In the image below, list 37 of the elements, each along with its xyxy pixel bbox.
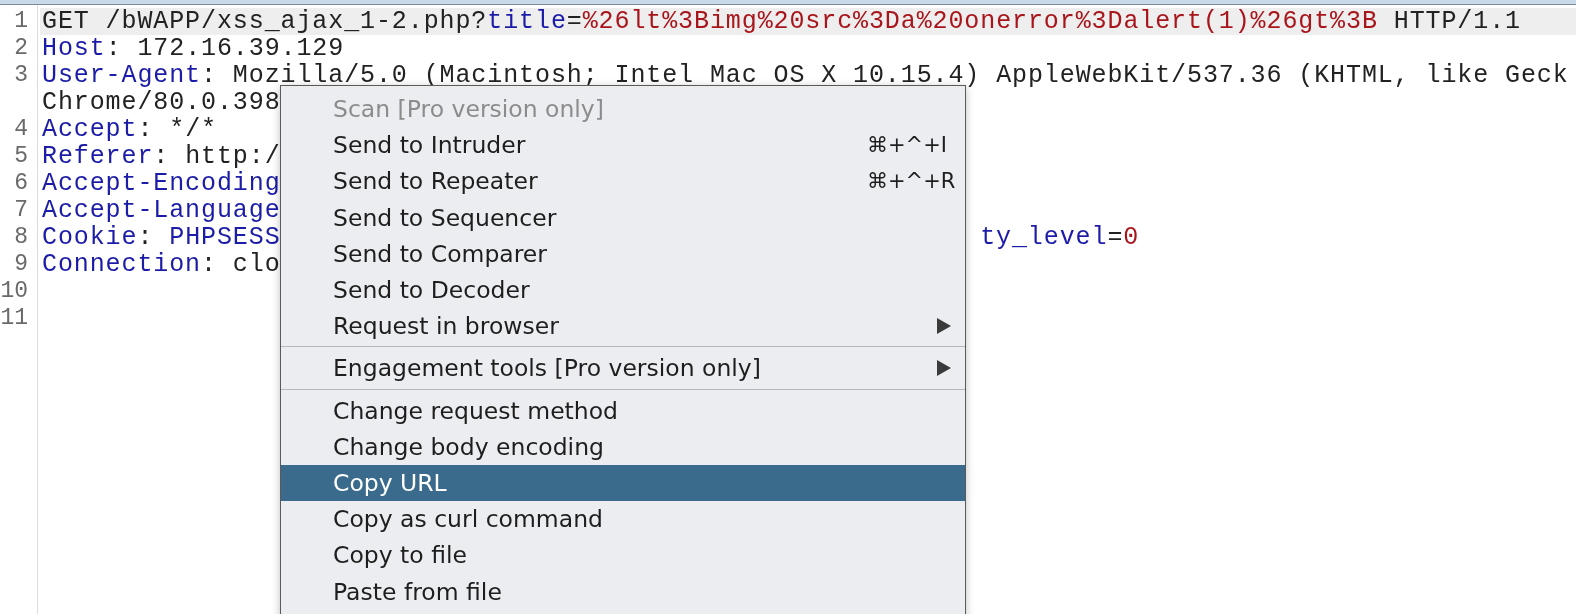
line-number: 3 [13, 62, 28, 89]
menu-item[interactable]: Request in browser [281, 308, 965, 345]
line-number: 5 [13, 143, 28, 170]
code-line: Accept-Encoding [42, 170, 281, 197]
menu-item[interactable]: Change request method [281, 392, 965, 429]
menu-item[interactable]: Engagement tools [Pro version only] [281, 350, 965, 387]
line-number: 2 [13, 35, 28, 62]
code-line: ty_level=0 [980, 224, 1140, 251]
line-number: 1 [13, 8, 28, 35]
code-line: GET /bWAPP/xss_ajax_1-2.php?title=%26lt%3Bimg%20src%3Da%20onerror%3Dalert(1)%26gt%3B HTTP/1.1 [42, 8, 1521, 35]
menu-item[interactable]: Copy URL [281, 464, 965, 502]
code-line: Accept: */* [42, 116, 217, 143]
code-line: Referer: http:/ [42, 143, 281, 170]
menu-item[interactable]: Send to Comparer [281, 235, 965, 272]
menu-item[interactable]: Change body encoding [281, 428, 965, 465]
menu-item[interactable]: Send to Intruder ⌘+^+I [281, 127, 965, 164]
line-number: 4 [13, 116, 28, 143]
submenu-arrow-icon [937, 318, 951, 335]
line-number: 11 [0, 305, 28, 332]
menu-item[interactable]: Send to Sequencer [281, 199, 965, 236]
menu-item[interactable]: Send to Repeater ⌘+^+R [281, 163, 965, 200]
menu-item[interactable]: Copy to file [281, 537, 965, 574]
line-number: 8 [13, 224, 28, 251]
code-line: User-Agent: Mozilla/5.0 (Macintosh; Intel Mac OS X 10.15.4) AppleWebKit/537.36 (KHTML, like Geck [42, 62, 1569, 89]
code-line: Host: 172.16.39.129 [42, 35, 345, 62]
code-line: Chrome/80.0.398 [42, 89, 281, 116]
menu-item[interactable]: Send to Decoder [281, 271, 965, 309]
code-line: Accept-Language [42, 197, 281, 224]
code-line: Connection: clo [42, 251, 281, 278]
line-number: 9 [13, 251, 28, 278]
menu-item[interactable]: Paste from file [281, 573, 965, 610]
submenu-arrow-icon [937, 360, 951, 377]
line-number: 6 [13, 170, 28, 197]
line-number: 7 [13, 197, 28, 224]
menu-item[interactable]: Copy as curl command [281, 501, 965, 538]
code-line: Cookie: PHPSESS [42, 224, 281, 251]
line-number: 10 [0, 278, 28, 305]
